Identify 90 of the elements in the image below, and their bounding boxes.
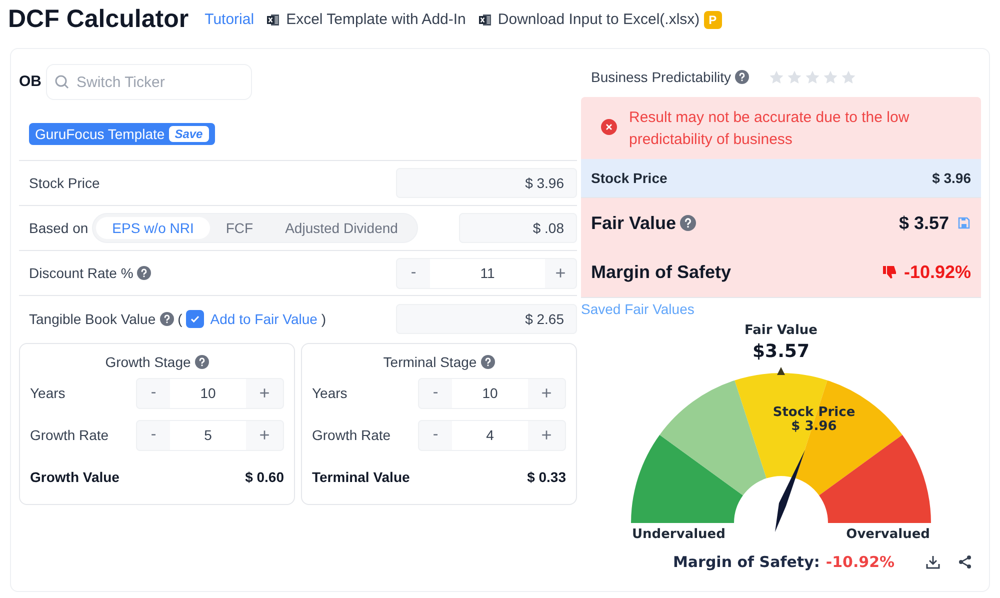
increment-button[interactable]: + [545, 258, 576, 288]
summary-label: Margin of Safety [591, 261, 732, 284]
star-icon [841, 70, 856, 84]
basis-option[interactable]: FCF [210, 217, 270, 239]
parenthesis: ( [178, 310, 182, 328]
gauge-fair-value-label: Fair Value [744, 323, 818, 338]
value-field[interactable]: $ 3.96 [396, 168, 577, 198]
stepper-value[interactable]: 11 [430, 258, 545, 288]
stage-total-label: Terminal Value [312, 468, 410, 487]
ticker-symbol: OB [19, 72, 42, 92]
decrement-button[interactable]: - [137, 378, 170, 408]
summary-value: -10.92% [904, 261, 971, 284]
field-label: Years [30, 384, 66, 403]
excel-link[interactable]: Download Input to Excel(.xlsx) [478, 8, 700, 32]
decrement-button[interactable]: - [137, 420, 170, 450]
help-icon[interactable] [480, 355, 495, 369]
parenthesis: ) [321, 310, 326, 328]
search-icon [54, 74, 70, 90]
summary-label: Fair Value [591, 212, 676, 235]
template-name: GuruFocus Template [35, 124, 165, 144]
stepper-field[interactable]: - 10 + [418, 378, 566, 408]
stepper-field[interactable]: - 5 + [136, 420, 284, 450]
field-label: Business Predictability [591, 68, 732, 87]
stage-total-value: $ 0.60 [245, 468, 284, 487]
summary-value: $ 3.96 [932, 169, 971, 188]
spreadsheet-icon [478, 13, 492, 27]
decrement-button[interactable]: - [397, 258, 430, 288]
download-icon[interactable] [925, 554, 941, 570]
gauge-margin-value: -10.92% [826, 552, 895, 573]
stage-title: Growth Stage [105, 353, 191, 372]
value-field[interactable]: $ 2.65 [396, 304, 577, 334]
gauge-stock-price: $ 3.96 [791, 419, 837, 434]
tutorial-link[interactable]: Tutorial [204, 8, 254, 32]
help-icon[interactable] [735, 70, 750, 84]
star-icon [787, 70, 802, 84]
checkbox[interactable] [186, 310, 204, 328]
field-label: Tangible Book Value [29, 310, 156, 328]
basis-option[interactable]: EPS w/o NRI [96, 217, 210, 239]
spreadsheet-icon [266, 13, 280, 27]
summary-value: $ 3.57 [898, 212, 949, 235]
stepper-value[interactable]: 4 [452, 420, 528, 450]
decrement-button[interactable]: - [419, 378, 452, 408]
star-icon [805, 70, 820, 84]
error-icon [601, 119, 617, 135]
premium-badge: P [704, 11, 722, 29]
basis-option[interactable]: Adjusted Dividend [269, 217, 414, 239]
stepper-field[interactable]: - 11 + [396, 258, 577, 288]
decrement-button[interactable]: - [419, 420, 452, 450]
field-label: Based on [29, 219, 88, 238]
field-label: Stock Price [29, 174, 100, 193]
excel-link[interactable]: Excel Template with Add-In [266, 8, 466, 32]
star-icon [769, 70, 784, 84]
increment-button[interactable]: + [246, 378, 283, 408]
stage-total-label: Growth Value [30, 468, 120, 487]
help-icon[interactable] [137, 266, 152, 280]
help-icon[interactable] [680, 214, 696, 231]
field-label: Discount Rate % [29, 264, 134, 283]
stepper-value[interactable]: 5 [170, 420, 246, 450]
gauge-stock-price-label: Stock Price [772, 405, 856, 420]
field-label: Years [312, 384, 348, 403]
increment-button[interactable]: + [528, 378, 565, 408]
stage-title: Terminal Stage [383, 353, 477, 372]
star-icon [823, 70, 838, 84]
stepper-value[interactable]: 10 [452, 378, 528, 408]
fair-value-marker [777, 367, 785, 375]
increment-button[interactable]: + [528, 420, 565, 450]
help-icon[interactable] [194, 355, 209, 369]
help-icon[interactable] [160, 312, 174, 326]
saved-fair-values-link[interactable]: Saved Fair Values [581, 298, 694, 320]
gauge-margin-label: Margin of Safety: [673, 552, 820, 573]
warning-message: Result may not be accurate due to the low predictability of business [629, 108, 910, 150]
save-button[interactable]: Save [168, 126, 209, 142]
ticker-search-field[interactable]: Switch Ticker [46, 64, 252, 100]
thumbs-down-icon [882, 264, 898, 280]
gauge-right-label: Overvalued [846, 527, 930, 542]
value-field[interactable]: $ .08 [459, 213, 577, 243]
gauge-fair-value: $3.57 [752, 341, 810, 362]
gauge-left-label: Undervalued [632, 527, 726, 542]
stepper-value[interactable]: 10 [170, 378, 246, 408]
stepper-field[interactable]: - 10 + [136, 378, 284, 408]
field-label: Growth Rate [312, 426, 391, 445]
stepper-field[interactable]: - 4 + [418, 420, 566, 450]
increment-button[interactable]: + [246, 420, 283, 450]
template-selector[interactable]: GuruFocus Template Save [29, 122, 215, 144]
field-label: Growth Rate [30, 426, 109, 445]
page-title: DCF Calculator [8, 4, 189, 36]
share-icon[interactable] [957, 554, 973, 570]
add-to-fair-value-checkbox[interactable]: Add to Fair Value [186, 308, 318, 328]
stage-total-value: $ 0.33 [527, 468, 566, 487]
summary-label: Stock Price [591, 169, 668, 188]
